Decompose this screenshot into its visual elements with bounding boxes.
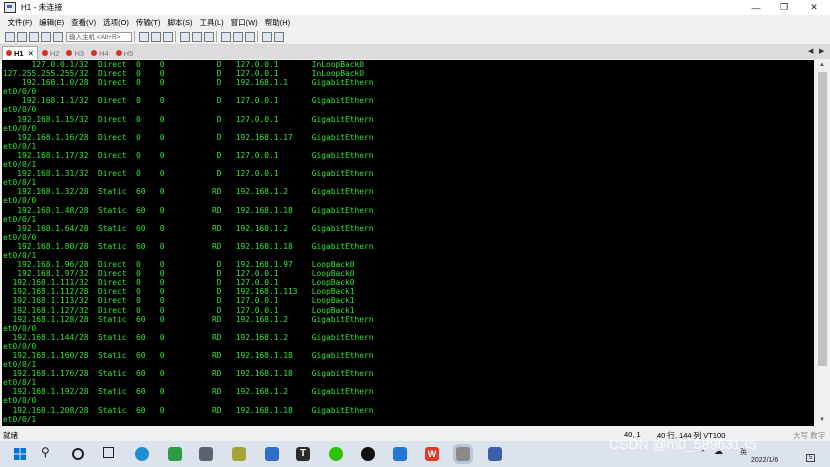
tab-label: H2 xyxy=(49,48,60,58)
vertical-scrollbar[interactable]: ▲ ▼ xyxy=(815,60,830,426)
menu-file[interactable]: 文件(F) xyxy=(4,17,36,28)
screen-icon[interactable] xyxy=(274,31,284,42)
minimize-button[interactable]: — xyxy=(742,0,770,15)
help-icon[interactable] xyxy=(262,31,272,42)
toolbar: 输入主机 <Alt+R> xyxy=(0,29,830,45)
disconnected-icon xyxy=(115,50,122,56)
tab-h4[interactable]: H4 xyxy=(88,47,112,59)
disconnected-icon xyxy=(91,50,98,56)
tab-h1[interactable]: H1 ✕ xyxy=(2,46,38,59)
paste-icon[interactable] xyxy=(151,31,161,42)
restore-button[interactable]: ❐ xyxy=(770,0,798,15)
app-icon-green[interactable] xyxy=(168,447,182,461)
host-input[interactable]: 输入主机 <Alt+R> xyxy=(66,31,132,42)
tools-icon[interactable] xyxy=(233,31,243,42)
csdn-watermark: CSDN @m0_58963135 xyxy=(609,436,757,452)
notification-badge[interactable]: 5 xyxy=(806,454,816,462)
disconnected-icon xyxy=(41,50,48,56)
connect-tab-icon[interactable] xyxy=(29,31,39,42)
window-title: H1 - 未连接 xyxy=(21,3,63,12)
title-bar: H1 - 未连接 — ❐ ✕ xyxy=(0,0,830,15)
toolbar-separator xyxy=(257,31,258,42)
menu-options[interactable]: 选项(O) xyxy=(100,17,133,28)
tab-label: H4 xyxy=(99,48,109,58)
print-icon[interactable] xyxy=(180,31,190,42)
menu-bar: 文件(F) 编辑(E) 查看(V) 选项(O) 传输(T) 脚本(S) 工具(L… xyxy=(0,15,830,29)
scroll-thumb[interactable] xyxy=(818,72,827,366)
scroll-up-icon[interactable]: ▲ xyxy=(819,62,825,68)
menu-help[interactable]: 帮助(H) xyxy=(261,17,293,28)
qq-icon[interactable] xyxy=(361,447,375,461)
app-icon-blue[interactable] xyxy=(265,447,279,461)
toolbar-separator xyxy=(134,31,135,42)
securecrt-icon[interactable] xyxy=(456,447,470,461)
tab-h3[interactable]: H3 xyxy=(63,47,87,59)
disconnected-icon xyxy=(66,50,73,56)
terminal-screen[interactable]: 127.0.0.1/32 Direct 0 0 D 127.0.0.1 InLo… xyxy=(2,60,814,426)
scroll-down-icon[interactable]: ▼ xyxy=(819,417,825,423)
typora-icon[interactable]: T xyxy=(296,447,310,461)
menu-transfer[interactable]: 传输(T) xyxy=(132,17,164,28)
wps-icon[interactable]: W xyxy=(425,447,439,461)
tab-scroll-left-icon[interactable]: ◀ xyxy=(808,47,813,55)
status-ready: 就绪 xyxy=(3,431,18,440)
close-tab-icon[interactable]: ✕ xyxy=(28,49,34,58)
menu-script[interactable]: 脚本(S) xyxy=(164,17,196,28)
wechat-icon[interactable] xyxy=(329,447,343,461)
windows-start-icon[interactable] xyxy=(14,448,26,460)
toolbar-separator xyxy=(175,31,176,42)
find-icon[interactable] xyxy=(163,31,173,42)
edge-icon[interactable] xyxy=(135,447,149,461)
tab-scroll-right-icon[interactable]: ▶ xyxy=(819,47,824,55)
app-icon xyxy=(4,2,16,13)
taskbar-date[interactable]: 2022/1/6 xyxy=(751,457,778,464)
task-view-icon[interactable] xyxy=(103,447,114,458)
tab-label: H5 xyxy=(123,48,134,58)
tab-h2[interactable]: H2 xyxy=(39,47,63,59)
menu-edit[interactable]: 编辑(E) xyxy=(36,17,68,28)
reconnect-icon[interactable] xyxy=(41,31,51,42)
menu-window[interactable]: 窗口(W) xyxy=(227,17,261,28)
tab-label: H3 xyxy=(74,48,85,58)
menu-tools[interactable]: 工具(L) xyxy=(196,17,227,28)
tab-label: H1 xyxy=(14,48,24,58)
sftp-icon[interactable] xyxy=(192,31,202,42)
close-button[interactable]: ✕ xyxy=(800,0,828,15)
search-icon[interactable]: ⚲ xyxy=(41,445,50,459)
app-icon-olive[interactable] xyxy=(232,447,246,461)
app-icon-mountain[interactable] xyxy=(488,447,502,461)
transfer-icon[interactable] xyxy=(204,31,214,42)
session-tab-bar: H1 ✕ H2 H3 H4 H5 xyxy=(0,45,830,59)
quick-connect-icon[interactable] xyxy=(17,31,27,42)
cortana-icon[interactable] xyxy=(72,448,84,460)
disconnect-icon[interactable] xyxy=(53,31,63,42)
menu-view[interactable]: 查看(V) xyxy=(68,17,100,28)
app-icon-cloud[interactable] xyxy=(393,447,407,461)
disconnected-icon xyxy=(6,50,12,56)
terminal-output: 127.0.0.1/32 Direct 0 0 D 127.0.0.1 InLo… xyxy=(3,60,374,424)
vmware-icon[interactable] xyxy=(199,447,213,461)
key-icon[interactable] xyxy=(245,31,255,42)
connect-icon[interactable] xyxy=(5,31,15,42)
keyboard-state: 大写 数字 xyxy=(793,431,826,440)
copy-icon[interactable] xyxy=(139,31,149,42)
toolbar-separator xyxy=(216,31,217,42)
tab-h5[interactable]: H5 xyxy=(113,47,137,59)
settings-icon[interactable] xyxy=(221,31,231,42)
